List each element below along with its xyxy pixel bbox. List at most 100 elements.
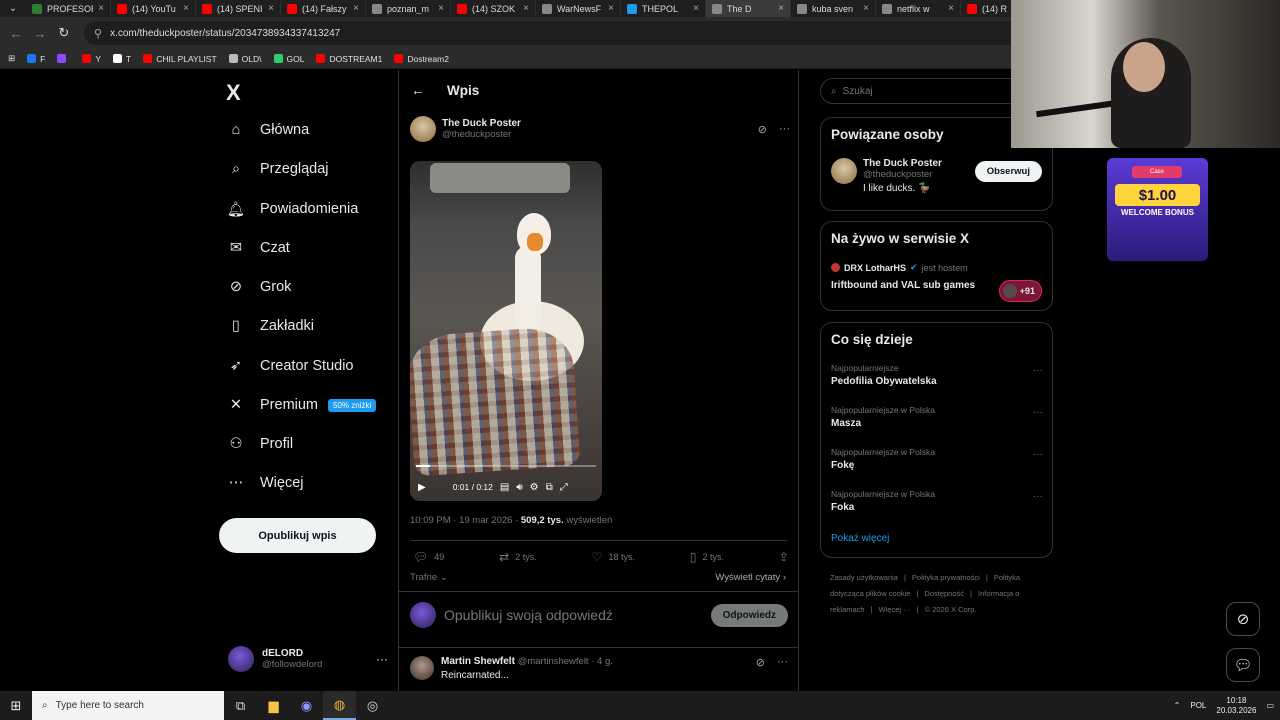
search-input[interactable]: ⌕ Szukaj: [820, 78, 1040, 104]
tab-close-icon[interactable]: ×: [98, 3, 104, 14]
footer-link[interactable]: Więcej ···: [879, 605, 911, 614]
nav-item-bookmark[interactable]: ▯ Zakładki: [226, 316, 314, 336]
back-arrow-icon[interactable]: ←: [411, 82, 425, 98]
x-logo-icon[interactable]: X: [226, 80, 241, 106]
forward-arrow-icon[interactable]: →: [30, 23, 50, 43]
browser-tab[interactable]: (14) Fałszy ×: [281, 0, 366, 17]
live-listeners-badge[interactable]: +91: [998, 280, 1042, 302]
obs-icon[interactable]: ◎: [356, 691, 389, 720]
account-switcher[interactable]: dELORD @followdelord ···: [228, 646, 388, 672]
footer-link[interactable]: Dostępność: [924, 589, 964, 598]
browser-tab[interactable]: THEPOL ×: [621, 0, 706, 17]
repost-action[interactable]: ⇄ 2 tys.: [499, 550, 537, 564]
author-avatar[interactable]: [410, 116, 436, 142]
bookmark-item[interactable]: CHIL PLAYLIST: [143, 54, 217, 64]
tab-close-icon[interactable]: ×: [608, 3, 614, 14]
live-host[interactable]: DRX LotharHS ✔ jest hostem: [831, 262, 968, 273]
settings-gear-icon[interactable]: ⚙: [530, 482, 539, 493]
tab-close-icon[interactable]: ×: [353, 3, 359, 14]
bookmark-item[interactable]: OLD\: [228, 54, 262, 64]
reply-input[interactable]: Opublikuj swoją odpowiedź: [444, 607, 613, 623]
more-dots-icon[interactable]: ···: [1033, 491, 1043, 502]
bookmark-item[interactable]: Dostream2: [394, 54, 449, 64]
footer-link[interactable]: Polityka prywatności: [912, 573, 980, 582]
notification-icon[interactable]: ▭: [1266, 701, 1274, 710]
author-name[interactable]: The Duck Poster: [442, 118, 521, 129]
bookmark-item[interactable]: GOL: [273, 54, 304, 64]
nav-item-user[interactable]: ⚇ Profil: [226, 434, 294, 454]
more-dots-icon[interactable]: ···: [1033, 407, 1043, 418]
more-dots-icon[interactable]: ···: [376, 652, 388, 666]
nav-item-home[interactable]: ⌂ Główna: [226, 120, 310, 140]
more-dots-icon[interactable]: ···: [777, 656, 788, 681]
reply-button[interactable]: Odpowiedz: [710, 603, 788, 627]
nav-item-more-circle[interactable]: ⋯ Więcej: [226, 473, 304, 493]
play-icon[interactable]: ▶: [418, 482, 426, 493]
browser-tab[interactable]: kuba sven ×: [791, 0, 876, 17]
show-more-link[interactable]: Pokaż więcej: [831, 533, 889, 544]
video-progress-bar[interactable]: [416, 465, 596, 467]
live-stream-title[interactable]: Iriftbound and VAL sub games: [831, 280, 975, 291]
ad-banner[interactable]: Case $1.00 WELCOME BONUS: [1107, 158, 1208, 261]
trend-item[interactable]: Najpopularniejsze w Polska Masza ···: [831, 405, 1043, 429]
file-explorer-icon[interactable]: ▆: [257, 691, 290, 720]
apps-grid-icon[interactable]: ⊞: [8, 53, 15, 64]
discord-icon[interactable]: ◉: [290, 691, 323, 720]
follow-button[interactable]: Obserwuj: [974, 161, 1042, 182]
tab-search-chevron-icon[interactable]: ⌄: [0, 0, 26, 17]
language-indicator[interactable]: POL: [1190, 701, 1206, 710]
task-view-icon[interactable]: ⧉: [224, 691, 257, 720]
video-player[interactable]: ▶ 0:01 / 0:12 ▤ 🔊︎ ⚙ ⧉ ⤢: [410, 161, 602, 501]
author-handle[interactable]: @theduckposter: [442, 129, 521, 140]
clock[interactable]: 10:18 20.03.2026: [1216, 696, 1256, 716]
nav-item-grok[interactable]: ⊘ Grok: [226, 277, 292, 297]
grok-icon[interactable]: ⊘: [758, 123, 767, 136]
nav-item-search[interactable]: ⌕ Przeglądaj: [226, 159, 329, 179]
tab-close-icon[interactable]: ×: [693, 3, 699, 14]
trend-item[interactable]: Najpopularniejsze w Polska Foka ···: [831, 489, 1043, 513]
post-button[interactable]: Opublikuj wpis: [219, 518, 376, 553]
more-dots-icon[interactable]: ···: [1033, 365, 1043, 376]
more-dots-icon[interactable]: ···: [1033, 449, 1043, 460]
nav-item-x-premium[interactable]: ✕ Premium 50% zniżki: [226, 395, 377, 415]
browser-tab[interactable]: poznan_m ×: [366, 0, 451, 17]
browser-tab[interactable]: WarNewsF ×: [536, 0, 621, 17]
bookmark-item[interactable]: [57, 54, 70, 64]
fullscreen-icon[interactable]: ⤢: [560, 482, 568, 493]
browser-tab[interactable]: (14) SPENI ×: [196, 0, 281, 17]
captions-icon[interactable]: ▤: [500, 482, 509, 493]
back-arrow-icon[interactable]: ←: [6, 23, 26, 43]
like-action[interactable]: ♡ 18 tys.: [592, 550, 635, 564]
view-quotes-link[interactable]: Wyświetl cytaty ›: [715, 572, 786, 583]
bookmark-item[interactable]: F: [27, 54, 45, 64]
browser-tab[interactable]: (14) YouTu ×: [111, 0, 196, 17]
grok-float-button[interactable]: ⊘: [1226, 602, 1260, 636]
trend-item[interactable]: Najpopularniejsze w Polska Fokę ···: [831, 447, 1043, 471]
chat-float-button[interactable]: 💬︎: [1226, 648, 1260, 682]
browser-tab[interactable]: PROFESOR ×: [26, 0, 111, 17]
bookmark-action[interactable]: ▯ 2 tys.: [690, 550, 724, 564]
nav-item-bell[interactable]: 🔔︎ Powiadomienia: [226, 199, 359, 219]
tab-close-icon[interactable]: ×: [183, 3, 189, 14]
tray-chevron-icon[interactable]: ⌃: [1174, 701, 1181, 710]
bookmark-item[interactable]: DOSTREAM1: [316, 54, 382, 64]
nav-item-rocket[interactable]: ➶ Creator Studio: [226, 356, 354, 376]
reply-item[interactable]: Martin Shewfelt @martinshewfelt · 4 g. R…: [410, 656, 788, 681]
address-bar[interactable]: ⚲ x.com/theduckposter/status/20347389343…: [84, 21, 1074, 45]
trend-item[interactable]: Najpopularniejsze Pedofilia Obywatelska ··…: [831, 363, 1043, 387]
tab-close-icon[interactable]: ×: [523, 3, 529, 14]
reply-sort-dropdown[interactable]: Trafne ⌄: [410, 572, 448, 583]
share-action[interactable]: ⇪: [779, 550, 789, 564]
bookmark-item[interactable]: T: [113, 54, 131, 64]
commenter-avatar[interactable]: [410, 656, 434, 680]
volume-icon[interactable]: 🔊︎: [516, 482, 522, 493]
footer-link[interactable]: © 2026 X Corp.: [925, 605, 977, 614]
reload-icon[interactable]: ↻: [54, 23, 74, 43]
reply-action[interactable]: 💬︎ 49: [413, 550, 444, 564]
chrome-icon[interactable]: ◍: [323, 691, 356, 720]
browser-tab[interactable]: netflix w ×: [876, 0, 961, 17]
pip-icon[interactable]: ⧉: [546, 482, 553, 493]
tab-close-icon[interactable]: ×: [863, 3, 869, 14]
tab-close-icon[interactable]: ×: [948, 3, 954, 14]
nav-item-mail[interactable]: ✉ Czat: [226, 238, 290, 258]
